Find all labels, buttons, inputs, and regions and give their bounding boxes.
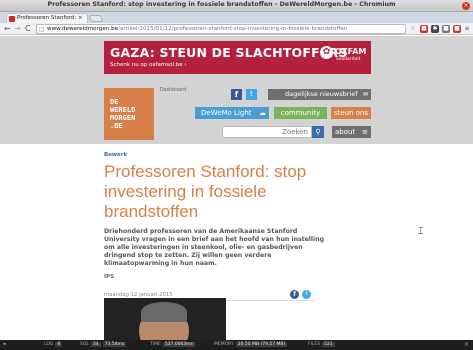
extension-gray-icon[interactable]: ■: [442, 25, 450, 33]
debug-toolbar: ⌖ LOG 8 SQL 34 73.54ms TIME 537.0003ms MEMOR…: [0, 340, 473, 350]
banner-brand: OXFAM: [335, 47, 367, 56]
oxfam-banner-ad[interactable]: GAZA: STEUN DE SLACHTOFFERS Schenk nu op…: [104, 41, 371, 74]
back-button[interactable]: ←: [4, 24, 11, 34]
browser-toolbar: ← → C □ www.dewereldmorgen.be/artikel/201…: [0, 23, 473, 35]
hamburger-icon: ≡: [362, 128, 368, 136]
new-tab-button[interactable]: [88, 15, 104, 22]
debug-files-value: 521: [322, 342, 335, 347]
steun-ons-button[interactable]: steun ons: [331, 107, 371, 119]
address-host: www.dewereldmorgen.be: [47, 26, 119, 32]
debug-time-value: 537.0003ms: [162, 342, 196, 347]
debug-log-value: 8: [55, 342, 63, 347]
search-input[interactable]: Zoeken: [222, 126, 312, 138]
debug-logo-icon[interactable]: ⌖: [3, 340, 6, 350]
dashboard-link[interactable]: Dashboard: [160, 88, 186, 93]
debug-files-label: FILES: [308, 342, 321, 347]
debug-memory[interactable]: MEMORY 20.50 MB (79.57 MB): [214, 340, 288, 350]
about-label: about: [335, 128, 356, 136]
portrait-hair: [141, 302, 187, 322]
tab-label: Professoren Stanford: ×: [17, 15, 83, 21]
site-logo[interactable]: DE WERELD MORGEN .BE: [104, 88, 154, 140]
debug-sql-label: SQL: [80, 342, 89, 347]
article-lead: Driehonderd professoren van de Amerikaan…: [104, 228, 325, 267]
share-facebook-icon[interactable]: f: [290, 290, 299, 299]
browser-tab[interactable]: Professoren Stanford: ×: [6, 13, 88, 23]
article-source: IPS: [104, 274, 115, 280]
site-favicon-icon: [9, 16, 15, 22]
logo-line: DE: [110, 98, 119, 106]
oxfam-logo-icon: ✿: [320, 46, 333, 59]
debug-files[interactable]: FILES 521: [308, 340, 335, 350]
cloud-icon: ☁: [259, 109, 266, 117]
gear-icon[interactable]: ✱: [431, 25, 439, 33]
light-label: DeWeMo Light: [201, 109, 252, 117]
share-twitter-icon[interactable]: t: [302, 290, 311, 299]
article-title: Professoren Stanford: stop investering i…: [104, 162, 307, 221]
text-cursor-icon: ⌶: [418, 227, 424, 237]
address-bar[interactable]: □ www.dewereldmorgen.be/artikel/2015/01/1…: [36, 24, 406, 34]
edit-link[interactable]: Bewerk: [104, 152, 127, 158]
debug-memory-value: 20.50 MB (79.57 MB): [235, 342, 288, 347]
window-titlebar: Professoren Stanford: stop investering i…: [0, 0, 473, 12]
tab-strip: Professoren Stanford: ×: [0, 12, 473, 23]
window-title: Professoren Stanford: stop investering i…: [47, 1, 396, 8]
envelope-icon: ✉: [362, 91, 368, 98]
about-menu-button[interactable]: about ≡: [332, 126, 371, 138]
logo-line: .BE: [110, 122, 123, 130]
web-page: GAZA: STEUN DE SLACHTOFFERS Schenk nu op…: [0, 36, 473, 340]
debug-log[interactable]: LOG 8: [44, 340, 63, 350]
logo-line: MORGEN: [110, 114, 136, 122]
menu-icon[interactable]: ≡: [463, 25, 471, 33]
dewemo-light-button[interactable]: DeWeMo Light ☁: [195, 107, 269, 119]
debug-close-icon[interactable]: ×: [464, 340, 469, 350]
debug-sql[interactable]: SQL 34 73.54ms: [80, 340, 127, 350]
logo-line: WERELD: [110, 106, 136, 114]
search-icon[interactable]: ⚲: [312, 126, 324, 138]
newsletter-label: dagelijkse nieuwsbrief: [285, 90, 358, 98]
address-path: /artikel/2015/01/12/professoren-stanford…: [118, 26, 348, 32]
facebook-icon[interactable]: f: [231, 89, 242, 100]
reload-button[interactable]: C: [25, 24, 31, 34]
banner-subtext: Schenk nu op oxfamsol.be ›: [110, 62, 187, 68]
star-icon[interactable]: ☆: [409, 25, 417, 33]
community-button[interactable]: community: [274, 107, 327, 119]
debug-time-label: TIME: [150, 342, 161, 347]
window-close-button[interactable]: ×: [462, 2, 470, 10]
debug-sql-count: 34: [90, 342, 101, 347]
twitter-icon[interactable]: t: [246, 89, 257, 100]
debug-time[interactable]: TIME 537.0003ms: [150, 340, 196, 350]
debug-memory-label: MEMORY: [214, 342, 234, 347]
page-icon: □: [39, 26, 45, 33]
banner-headline: GAZA: STEUN DE SLACHTOFFERS: [110, 45, 348, 60]
forward-button[interactable]: →: [14, 24, 21, 34]
debug-log-label: LOG: [44, 342, 54, 347]
article-photo: [104, 298, 226, 340]
extension-red-2-icon[interactable]: ■: [453, 25, 461, 33]
extension-red-icon[interactable]: ■: [420, 25, 428, 33]
banner-brand-sub: Solidariteit: [336, 57, 361, 62]
newsletter-button[interactable]: dagelijkse nieuwsbrief ✉: [268, 89, 371, 100]
debug-sql-time: 73.54ms: [102, 342, 127, 347]
